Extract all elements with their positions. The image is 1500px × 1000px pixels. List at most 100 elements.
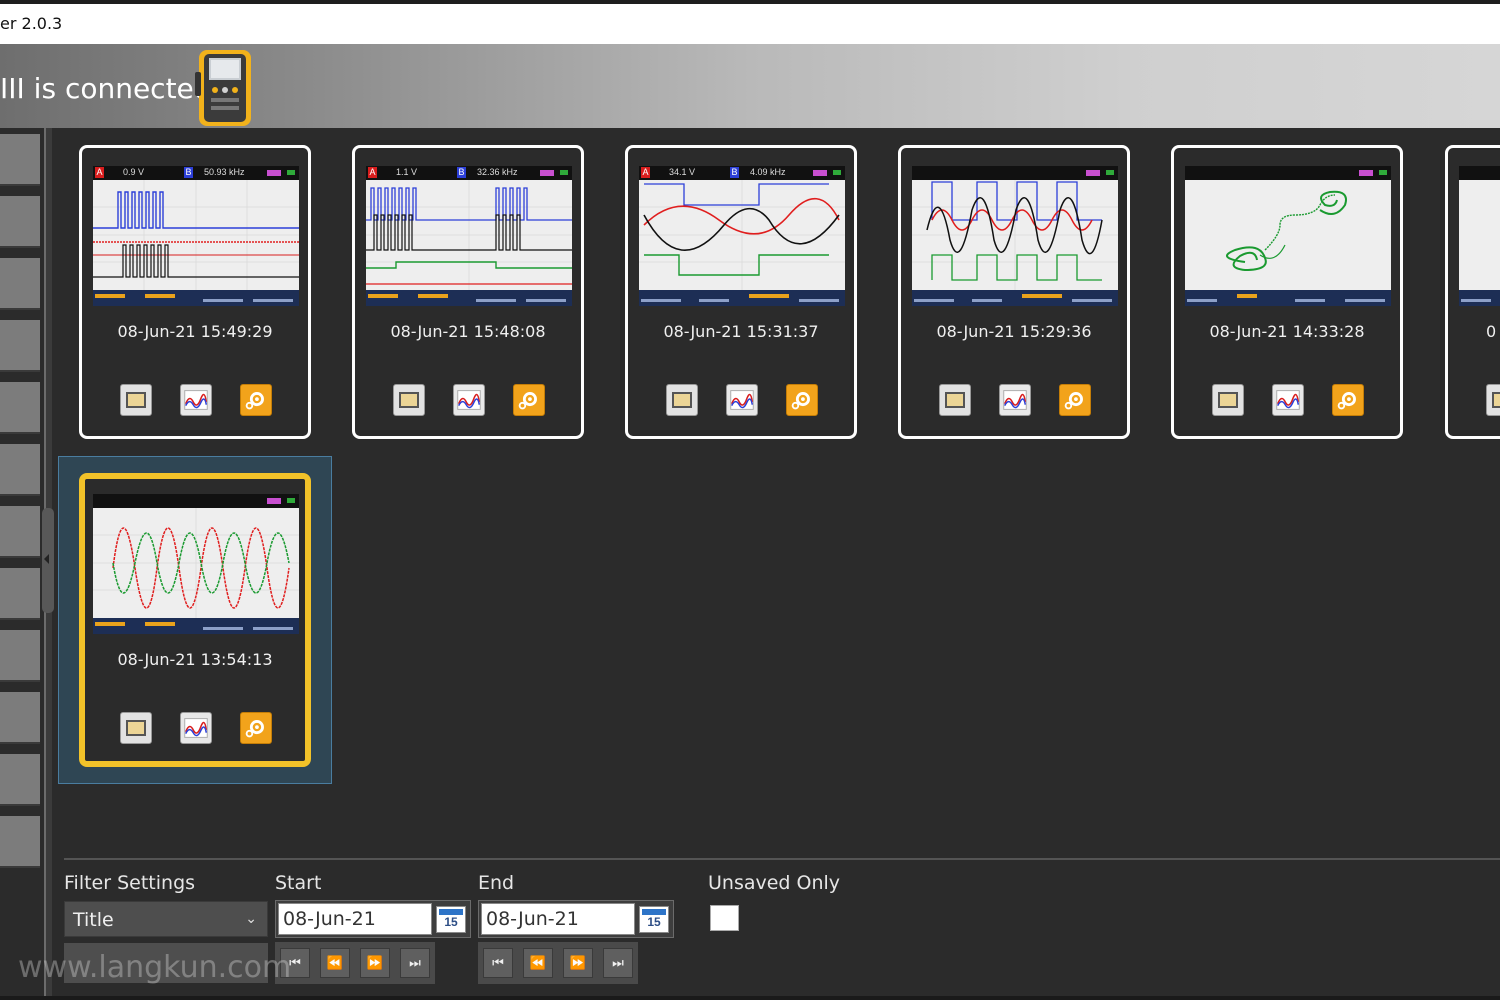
end-date-input[interactable]: 08-Jun-21 — [481, 903, 635, 935]
status-indicator — [1086, 170, 1100, 176]
xy-plot — [1226, 190, 1347, 272]
scope-header: A 0.9 V B 50.93 kHz — [93, 166, 299, 180]
end-date-label: End — [478, 872, 515, 894]
scope-header: A 34.1 V B 4.09 kHz — [639, 166, 845, 180]
scope-screenshot — [93, 494, 299, 634]
sidebar-tab[interactable] — [0, 444, 40, 496]
settings-gear-button[interactable] — [240, 384, 272, 416]
waveform-plot — [366, 180, 572, 290]
scope-screenshot — [912, 166, 1118, 306]
status-indicator — [267, 498, 281, 504]
first-icon[interactable]: ⏮ — [483, 948, 513, 978]
open-screen-button[interactable] — [120, 384, 152, 416]
open-screen-button[interactable] — [939, 384, 971, 416]
open-screen-button[interactable] — [1212, 384, 1244, 416]
screen-view-icon — [1492, 392, 1500, 408]
open-screen-button[interactable] — [393, 384, 425, 416]
waveform-button[interactable] — [453, 384, 485, 416]
channel-b-badge: B — [730, 167, 739, 178]
previous-icon[interactable]: ⏪ — [320, 948, 350, 978]
filter-field-value: Title — [73, 909, 114, 931]
screen-thumbnail-card[interactable]: 08-Jun-21 15:29:36 — [898, 145, 1130, 439]
waveform-button[interactable] — [180, 384, 212, 416]
previous-icon[interactable]: ⏪ — [523, 948, 553, 978]
waveform-button[interactable] — [726, 384, 758, 416]
sidebar-tab[interactable] — [0, 816, 40, 868]
scope-header: A 1.1 V B 32.36 kHz — [366, 166, 572, 180]
thumbnail-timestamp: 08-Jun-21 15:48:08 — [390, 322, 546, 341]
open-screen-button[interactable] — [1486, 384, 1500, 416]
scope-screenshot — [1459, 166, 1500, 306]
screen-view-icon — [1218, 392, 1238, 408]
sidebar-tab[interactable] — [0, 506, 40, 558]
settings-gear-button[interactable] — [513, 384, 545, 416]
sidebar-tab[interactable] — [0, 630, 40, 682]
calendar-icon[interactable]: 15 — [436, 906, 466, 933]
start-date-input[interactable]: 08-Jun-21 — [278, 903, 432, 935]
thumbnail-timestamp: 0 — [1486, 322, 1497, 341]
waveform-button[interactable] — [1272, 384, 1304, 416]
last-icon[interactable]: ⏭ — [603, 948, 633, 978]
sidebar-tab[interactable] — [0, 692, 40, 744]
scope-softkey-bar — [93, 618, 299, 634]
connection-banner: III is connected — [0, 44, 1500, 128]
collapse-handle[interactable] — [42, 508, 54, 613]
filter-settings-label: Filter Settings — [64, 872, 196, 894]
status-indicator — [540, 170, 554, 176]
watermark-text: www.langkun.com — [18, 950, 292, 985]
calendar-icon[interactable]: 15 — [639, 906, 669, 933]
screen-thumbnail-card[interactable]: A 0.9 V B 50.93 kHz 08-Jun-21 15:49:29 — [79, 145, 311, 439]
sidebar-tab[interactable] — [0, 568, 40, 620]
screen-thumbnail-card[interactable]: 0 — [1445, 145, 1500, 439]
waveform-plot — [93, 180, 299, 290]
battery-icon — [287, 170, 295, 175]
status-indicator — [813, 170, 827, 176]
sidebar-tab[interactable] — [0, 134, 40, 186]
settings-gear-button[interactable] — [786, 384, 818, 416]
screen-thumbnail-card-selected[interactable]: 08-Jun-21 13:54:13 — [79, 473, 311, 767]
title-bar: er 2.0.3 — [0, 4, 1500, 44]
thumbnail-timestamp: 08-Jun-21 13:54:13 — [117, 650, 273, 669]
waveform-button[interactable] — [999, 384, 1031, 416]
battery-icon — [1106, 170, 1114, 175]
waveform-plot — [639, 180, 845, 290]
settings-gear-button[interactable] — [240, 712, 272, 744]
scope-softkey-bar — [912, 290, 1118, 306]
battery-icon — [833, 170, 841, 175]
sidebar-tab[interactable] — [0, 382, 40, 434]
next-icon[interactable]: ⏩ — [360, 948, 390, 978]
thumbnail-timestamp: 08-Jun-21 15:31:37 — [663, 322, 819, 341]
sidebar-tab[interactable] — [0, 258, 40, 310]
start-date-picker: 08-Jun-21 15 — [275, 900, 471, 938]
channel-a-reading: 34.1 V — [669, 167, 696, 177]
waveform-button[interactable] — [180, 712, 212, 744]
sidebar-tab[interactable] — [0, 320, 40, 372]
last-icon[interactable]: ⏭ — [400, 948, 430, 978]
unsaved-only-checkbox[interactable] — [710, 905, 739, 931]
scope-header — [93, 494, 299, 508]
open-screen-button[interactable] — [666, 384, 698, 416]
filter-field-dropdown[interactable]: Title ⌄ — [64, 901, 268, 937]
status-indicator — [1359, 170, 1373, 176]
start-nav-buttons: ⏮ ⏪ ⏩ ⏭ — [275, 942, 435, 984]
screen-thumbnail-card[interactable]: A 1.1 V B 32.36 kHz 08-Jun-21 15:48:08 — [352, 145, 584, 439]
connection-status-text: III is connected — [0, 72, 212, 105]
screen-thumbnail-card[interactable]: A 34.1 V B 4.09 kHz 08-Jun-21 15:31:37 — [625, 145, 857, 439]
scope-screenshot: A 34.1 V B 4.09 kHz — [639, 166, 845, 306]
sidebar-tab[interactable] — [0, 754, 40, 806]
end-date-picker: 08-Jun-21 15 — [478, 900, 674, 938]
open-screen-button[interactable] — [120, 712, 152, 744]
screen-view-icon — [126, 720, 146, 736]
sidebar-tab[interactable] — [0, 196, 40, 248]
channel-b-reading: 32.36 kHz — [477, 167, 518, 177]
settings-gear-button[interactable] — [1059, 384, 1091, 416]
panel-splitter[interactable] — [42, 128, 54, 1000]
channel-a-badge: A — [641, 167, 650, 178]
scope-softkey-bar — [1459, 290, 1500, 306]
end-nav-buttons: ⏮ ⏪ ⏩ ⏭ — [478, 942, 638, 984]
settings-gear-button[interactable] — [1332, 384, 1364, 416]
next-icon[interactable]: ⏩ — [563, 948, 593, 978]
app-window: er 2.0.3 III is connected A 0.9 V B 50.9… — [0, 0, 1500, 1000]
scope-screenshot: A 0.9 V B 50.93 kHz — [93, 166, 299, 306]
screen-thumbnail-card[interactable]: 08-Jun-21 14:33:28 — [1171, 145, 1403, 439]
